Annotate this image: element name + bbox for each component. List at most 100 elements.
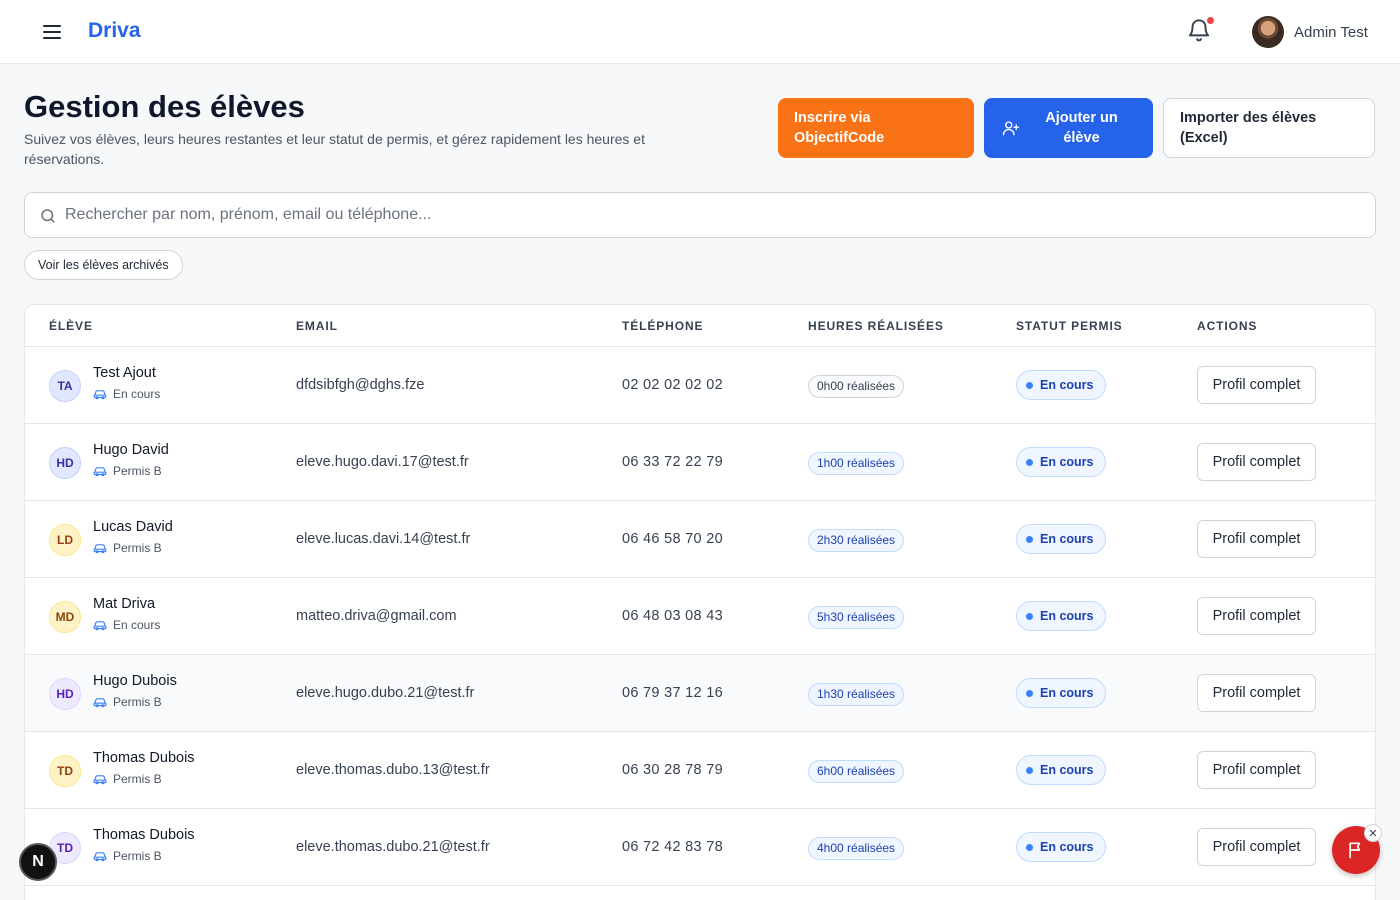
add-student-button[interactable]: Ajouter un élève [984, 98, 1153, 158]
student-email: eleve.thomas.dubo.13@test.fr [296, 762, 490, 778]
status-dot-icon [1026, 458, 1033, 466]
hours-badge: 2h30 réalisées [808, 529, 905, 552]
column-header-actions: Actions [1197, 319, 1258, 333]
full-profile-button[interactable]: Profil complet [1197, 520, 1316, 558]
search-icon [41, 209, 55, 223]
objectifcode-signup-button[interactable]: Inscrire via ObjectifCode [778, 98, 974, 158]
student-phone: 06 48 03 08 43 [622, 608, 723, 624]
student-name: Thomas Dubois [93, 750, 195, 766]
status-dot-icon [1026, 535, 1033, 543]
column-header-statut: Statut permis [1016, 319, 1123, 333]
table-row: HD Hugo David Permis B eleve.hugo.davi.1… [25, 424, 1375, 501]
search-box [24, 192, 1376, 238]
status-dot-icon [1026, 381, 1033, 389]
students-table: Élève Email Téléphone Heures réalisées S… [24, 304, 1376, 900]
student-initials-avatar: HD [49, 678, 81, 710]
car-icon [93, 775, 107, 785]
table-row: TD Thomas Dubois Permis B eleve.thomas.d… [25, 809, 1375, 886]
archived-students-button[interactable]: Voir les élèves archivés [24, 250, 183, 280]
table-row: LD Lucas David Permis B eleve.lucas.davi… [25, 501, 1375, 578]
student-license-type: En cours [93, 387, 160, 401]
car-icon [93, 698, 107, 708]
car-icon [93, 852, 107, 862]
student-license-type: Permis B [93, 541, 162, 555]
student-email: dfdsibfgh@dghs.fze [296, 377, 425, 393]
student-license-label: En cours [113, 387, 161, 401]
table-header: Élève Email Téléphone Heures réalisées S… [25, 305, 1375, 347]
full-profile-button[interactable]: Profil complet [1197, 828, 1316, 866]
status-label: En cours [1040, 763, 1094, 777]
status-label: En cours [1040, 532, 1094, 546]
column-header-heures: Heures réalisées [808, 319, 944, 333]
status-dot-icon [1026, 689, 1033, 697]
student-initials-avatar: LD [49, 524, 81, 556]
status-badge: En cours [1016, 524, 1106, 554]
car-icon [93, 390, 107, 400]
objectifcode-label-line2: ObjectifCode [794, 130, 885, 146]
full-profile-button[interactable]: Profil complet [1197, 751, 1316, 789]
search-input[interactable] [65, 193, 1365, 237]
student-license-label: Permis B [113, 541, 162, 555]
status-badge: En cours [1016, 678, 1106, 708]
import-label-line1: Importer des élèves [1180, 110, 1317, 126]
hours-badge: 5h30 réalisées [808, 606, 905, 629]
status-dot-icon [1026, 612, 1033, 620]
full-profile-button[interactable]: Profil complet [1197, 674, 1316, 712]
import-label-line2: (Excel) [1180, 130, 1228, 146]
student-email: eleve.hugo.dubo.21@test.fr [296, 685, 475, 701]
nextjs-dev-badge[interactable]: N [19, 843, 57, 881]
student-license-label: Permis B [113, 464, 162, 478]
table-row: TA Test Ajout En cours dfdsibfgh@dghs.fz… [25, 347, 1375, 424]
student-license-label: Permis B [113, 849, 162, 863]
hours-badge: 0h00 réalisées [808, 375, 905, 398]
student-license-label: En cours [113, 618, 161, 632]
column-header-email: Email [296, 319, 338, 333]
student-phone: 06 46 58 70 20 [622, 531, 723, 547]
status-dot-icon [1026, 843, 1033, 851]
page-title: Gestion des élèves [24, 89, 305, 124]
student-license-type: Permis B [93, 772, 162, 786]
status-label: En cours [1040, 840, 1094, 854]
status-label: En cours [1040, 609, 1094, 623]
car-icon [93, 621, 107, 631]
status-label: En cours [1040, 686, 1094, 700]
student-initials-avatar: TA [49, 370, 81, 402]
hours-badge: 4h00 réalisées [808, 837, 905, 860]
status-badge: En cours [1016, 601, 1106, 631]
student-initials-avatar: MD [49, 601, 81, 633]
full-profile-button[interactable]: Profil complet [1197, 366, 1316, 404]
student-name: Thomas Dubois [93, 827, 195, 843]
brand-logo[interactable]: Driva [88, 19, 141, 43]
student-name: Test Ajout [93, 365, 156, 381]
student-license-label: Permis B [113, 772, 162, 786]
student-license-type: Permis B [93, 849, 162, 863]
student-email: eleve.lucas.davi.14@test.fr [296, 531, 471, 547]
import-excel-button[interactable]: Importer des élèves (Excel) [1163, 98, 1375, 158]
add-label-line1: Ajouter un [1045, 110, 1118, 126]
full-profile-button[interactable]: Profil complet [1197, 597, 1316, 635]
student-phone: 06 79 37 12 16 [622, 685, 723, 701]
student-license-type: En cours [93, 618, 160, 632]
student-license-type: Permis B [93, 695, 162, 709]
hours-badge: 6h00 réalisées [808, 760, 905, 783]
student-initials-avatar: TD [49, 755, 81, 787]
notification-bell-icon[interactable] [1186, 16, 1215, 46]
user-name[interactable]: Admin Test [1294, 24, 1368, 41]
status-badge: En cours [1016, 370, 1106, 400]
full-profile-button[interactable]: Profil complet [1197, 443, 1316, 481]
top-bar: Driva Admin Test [0, 0, 1400, 64]
add-label-line2: élève [1063, 130, 1100, 146]
student-name: Hugo Dubois [93, 673, 177, 689]
hamburger-menu-icon[interactable] [40, 22, 64, 42]
status-badge: En cours [1016, 755, 1106, 785]
avatar[interactable] [1252, 16, 1284, 48]
student-name: Hugo David [93, 442, 169, 458]
close-icon[interactable]: ✕ [1364, 824, 1382, 842]
car-icon [93, 467, 107, 477]
student-initials-avatar: HD [49, 447, 81, 479]
car-icon [93, 544, 107, 554]
user-plus-icon [1002, 121, 1020, 136]
table-row: TD Thomas Dubois Permis B eleve.thomas.d… [25, 732, 1375, 809]
status-badge: En cours [1016, 832, 1106, 862]
table-row: HD Hugo Dubois Permis B eleve.hugo.dubo.… [25, 655, 1375, 732]
